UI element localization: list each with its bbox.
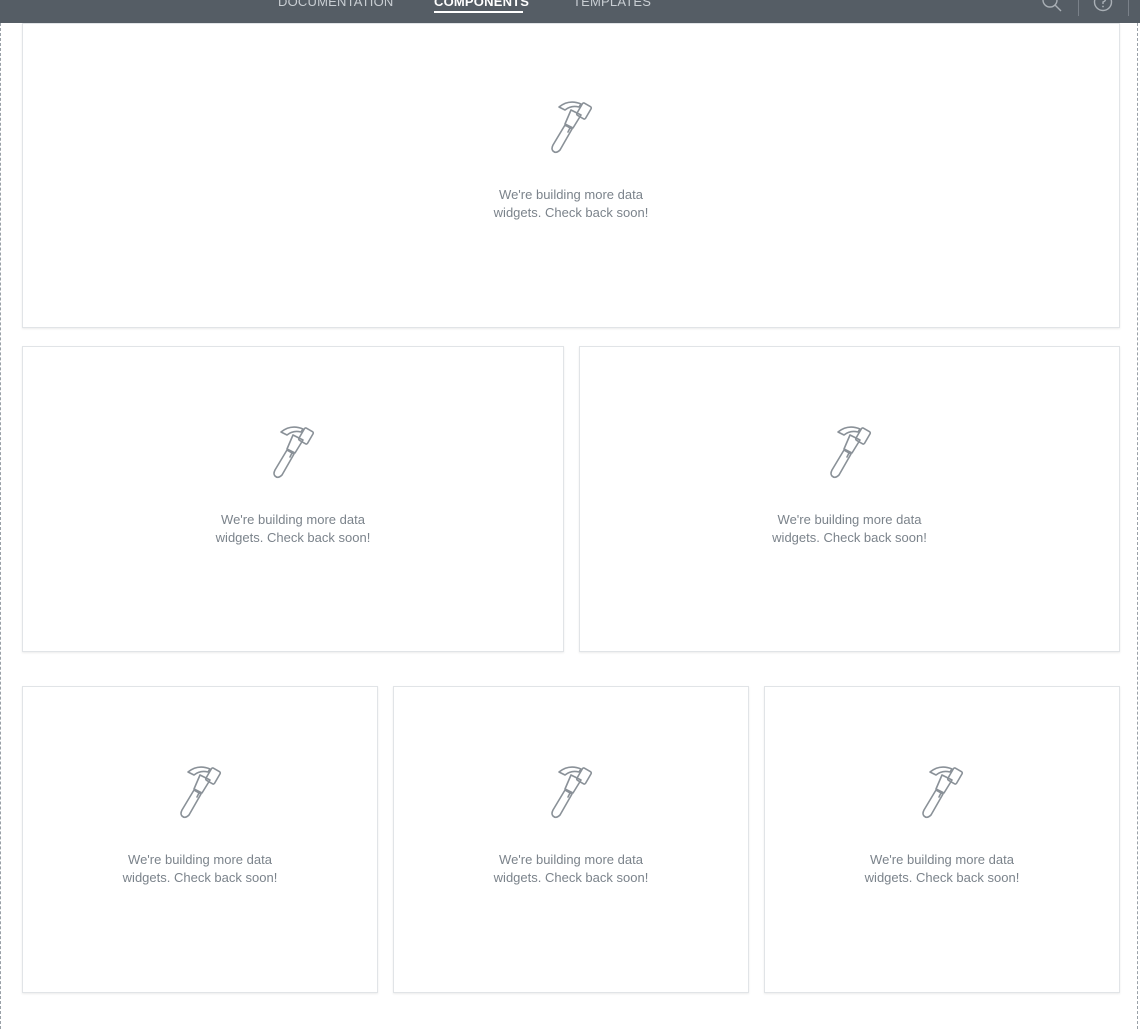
widget-placeholder-card: We're building more data widgets. Check … (579, 346, 1120, 652)
active-tab-indicator (434, 11, 523, 13)
widget-placeholder-message: We're building more data widgets. Check … (864, 852, 1020, 885)
hammer-icon (551, 101, 593, 154)
widget-placeholder-message: We're building more data widgets. Check … (215, 512, 371, 545)
top-navigation-bar: DOCUMENTATION COMPONENTS TEMPLATES (0, 0, 1140, 23)
widget-placeholder-message: We're building more data widgets. Check … (493, 852, 649, 885)
search-icon[interactable] (1042, 0, 1062, 12)
nav-tab-templates[interactable]: TEMPLATES (573, 0, 651, 12)
hammer-icon (829, 426, 871, 479)
widget-placeholder-message: We're building more data widgets. Check … (772, 512, 927, 545)
hammer-icon (922, 766, 964, 819)
widget-placeholder-card: We're building more data widgets. Check … (22, 346, 564, 652)
hammer-icon (273, 426, 315, 479)
widget-placeholder-card: We're building more data widgets. Check … (22, 23, 1120, 328)
topbar-divider (1128, 0, 1129, 16)
widget-placeholder-message: We're building more data widgets. Check … (493, 187, 649, 220)
widget-placeholder-card: We're building more data widgets. Check … (393, 686, 749, 993)
widget-placeholder-card: We're building more data widgets. Check … (22, 686, 378, 993)
widget-placeholder-message: We're building more data widgets. Check … (122, 852, 278, 885)
hammer-icon (551, 766, 593, 819)
help-icon[interactable] (1093, 0, 1113, 12)
widget-placeholder-card: We're building more data widgets. Check … (764, 686, 1120, 993)
dashboard-canvas: We're building more data widgets. Check … (0, 23, 1138, 1029)
nav-tab-documentation[interactable]: DOCUMENTATION (278, 0, 394, 12)
topbar-divider (1078, 0, 1079, 16)
hammer-icon (180, 766, 222, 819)
